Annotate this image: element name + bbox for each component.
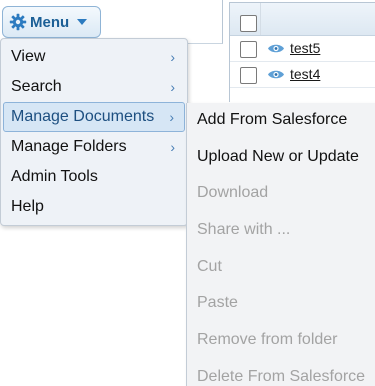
gear-icon	[9, 13, 27, 31]
submenu-item-add-from-salesforce[interactable]: Add From Salesforce	[187, 105, 375, 142]
table-row[interactable]: test5	[230, 36, 375, 62]
menu-item-manage-folders[interactable]: Manage Folders ›	[3, 132, 185, 162]
chevron-right-icon: ›	[170, 79, 175, 95]
submenu-item-cut: Cut	[197, 257, 222, 275]
menu-item-view[interactable]: View ›	[3, 42, 185, 72]
menu-item-label: View	[11, 48, 46, 65]
file-link[interactable]: test4	[290, 66, 320, 82]
menu-item-label: Manage Documents	[11, 108, 155, 125]
menu-item-admin-tools[interactable]: Admin Tools	[3, 162, 185, 192]
menu-item-search[interactable]: Search ›	[3, 72, 185, 102]
submenu-item-remove-from-folder: Remove from folder	[197, 331, 338, 349]
eye-icon[interactable]	[267, 68, 285, 81]
menu-button-label: Menu	[30, 13, 70, 31]
select-all-checkbox[interactable]	[240, 15, 257, 32]
menu-button[interactable]: Menu	[2, 6, 101, 38]
menu-item-label: Search	[11, 78, 62, 95]
chevron-right-icon: ›	[169, 109, 174, 125]
file-list: test5 test4	[229, 2, 375, 102]
document-manager: Menu test5 test4 View › Search › Manage …	[0, 0, 375, 386]
menu-item-help[interactable]: Help	[3, 192, 185, 222]
main-menu: View › Search › Manage Documents › Manag…	[0, 38, 188, 226]
submenu-item-upload-new-or-update[interactable]: Upload New or Update	[187, 142, 375, 179]
table-row[interactable]: test4	[230, 62, 375, 88]
eye-icon[interactable]	[267, 42, 285, 55]
caret-down-icon	[77, 19, 88, 25]
menu-item-label: Help	[11, 198, 44, 215]
row-checkbox[interactable]	[240, 41, 257, 58]
row-checkbox[interactable]	[240, 67, 257, 84]
manage-documents-submenu: Add From Salesforce Upload New or Update…	[186, 103, 375, 386]
menu-item-manage-documents[interactable]: Manage Documents ›	[3, 102, 185, 132]
menu-item-label: Admin Tools	[11, 168, 98, 185]
submenu-item-delete-from-salesforce: Delete From Salesforce	[197, 367, 366, 385]
menu-item-label: Manage Folders	[11, 138, 127, 155]
submenu-item-share-with: Share with ...	[197, 221, 291, 239]
file-link[interactable]: test5	[290, 40, 320, 56]
submenu-item-download: Download	[197, 184, 269, 202]
column-divider	[260, 3, 261, 35]
file-list-header	[230, 3, 375, 36]
chevron-right-icon: ›	[170, 139, 175, 155]
submenu-item-paste: Paste	[197, 294, 238, 312]
chevron-right-icon: ›	[170, 49, 175, 65]
